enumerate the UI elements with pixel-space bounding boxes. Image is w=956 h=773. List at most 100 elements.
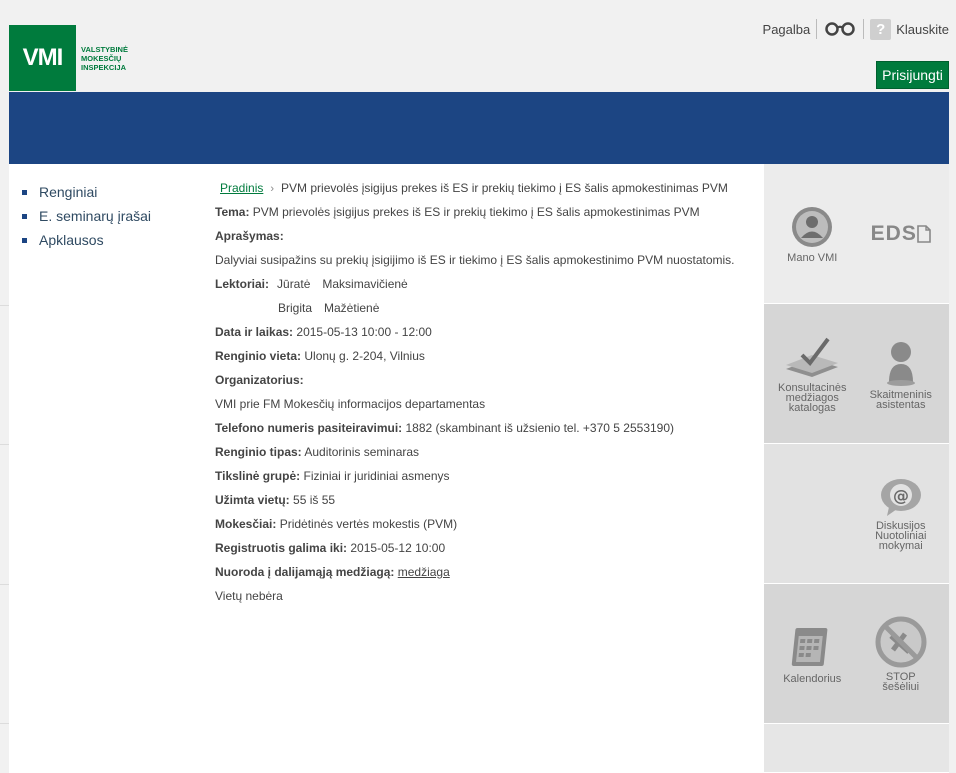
organizer-value: VMI prie FM Mokesčių informacijos depart… [215,397,486,411]
phone-row: Telefono numeris pasiteiravimui: 1882 (s… [215,416,755,440]
tile-row-1: Mano VMI EDS [764,164,949,304]
logo-text: VALSTYBINĖ MOKESČIŲ INSPEKCIJA [81,45,128,72]
datetime-value: 2015-05-13 10:00 - 12:00 [296,325,432,339]
sidebar-item-apklausos[interactable]: Apklausos [22,228,151,252]
logo-line-1: VALSTYBINĖ [81,44,128,54]
stop-icon [875,616,927,667]
question-icon[interactable]: ? [870,18,892,40]
eds-tile[interactable]: EDS [858,222,944,246]
top-links: Pagalba ? Klauskite [763,18,949,40]
materials-link[interactable]: medžiaga [398,565,450,579]
label-line: asistentas [875,398,926,411]
seats-label: Užimta vietų: [215,493,290,507]
label-line: katalogas [788,401,836,414]
eds-logo: EDS [871,222,931,246]
login-button[interactable]: Prisijungti [876,61,949,89]
mano-vmi-tile[interactable]: Mano VMI [769,205,855,263]
label-line: Konsultacinės [778,381,847,394]
svg-text:@: @ [893,486,909,505]
deadline-row: Registruotis galima iki: 2015-05-12 10:0… [215,536,755,560]
sidebar-item-renginiai[interactable]: Renginiai [22,180,151,204]
ask-link[interactable]: Klauskite [896,22,949,37]
topic-value: PVM prievolės įsigijus prekes iš ES ir p… [252,205,700,219]
calendar-label: Kalendorius [783,672,842,685]
tile-row-5 [764,724,949,773]
breadcrumb: Pradinis › PVM prievolės įsigijus prekes i… [215,176,755,200]
vmi-logo[interactable]: VMI VALSTYBINĖ MOKESČIŲ INSPEKCIJA [9,25,128,91]
document-icon [917,224,931,243]
phone-label: Telefono numeris pasiteiravimui: [215,421,403,435]
bullet-icon [22,237,27,243]
venue-label: Renginio vieta: [215,349,302,363]
datetime-row: Data ir laikas: 2015-05-13 10:00 - 12:00 [215,320,755,344]
topic-row: Tema: PVM prievolės įsigijus prekes iš E… [215,200,755,224]
calendar-icon [792,627,828,666]
audience-value: Fiziniai ir juridiniai asmenys [303,469,450,483]
venue-value: Ulonų g. 2-204, Vilnius [304,349,425,363]
lecturer-last-name: Maksimavičienė [322,277,408,291]
glasses-icon[interactable] [823,18,857,40]
consult-catalog-label: Konsultacinės medžiagos katalogas [778,381,847,414]
lecturers-row-2: Brigita Mažėtienė [215,296,755,320]
breadcrumb-home[interactable]: Pradinis [220,181,263,195]
quick-links-panel: Mano VMI EDS Konsultacinės medžiagos kat… [764,164,949,773]
venue-row: Renginio vieta: Ulonų g. 2-204, Vilnius [215,344,755,368]
assistant-icon [886,341,915,386]
discussions-label: Diskusijos Nuotoliniai mokymai [875,519,927,551]
organizer-label-row: Organizatorius: [215,368,755,392]
deadline-value: 2015-05-12 10:00 [350,541,446,555]
lecturers-row: Lektoriai: Jūratė Maksimavičienė [215,272,755,296]
consult-catalog-tile[interactable]: Konsultacinės medžiagos katalogas [769,335,855,413]
availability-status: Vietų nebėra [215,589,283,603]
audience-row: Tikslinė grupė: Fiziniai ir juridiniai a… [215,464,755,488]
seats-value: 55 iš 55 [293,493,336,507]
logo-mark: VMI [9,25,76,91]
breadcrumb-current: PVM prievolės įsigijus prekes iš ES ir p… [281,181,728,195]
bullet-icon [22,189,27,195]
lecturer-last-name: Mažėtienė [324,301,380,315]
tile-row-4: Kalendorius STOP šešėliui [764,584,949,724]
taxes-row: Mokesčiai: Pridėtinės vertės mokestis (P… [215,512,755,536]
materials-row: Nuoroda į dalijamąją medžiagą: medžiaga [215,560,755,584]
divider [816,19,818,39]
seats-row: Užimta vietų: 55 iš 55 [215,488,755,512]
audience-label: Tikslinė grupė: [215,469,301,483]
digital-assistant-tile[interactable]: Skaitmeninis asistentas [858,338,944,410]
sidebar-nav: Renginiai E. seminarų įrašai Apklausos [22,180,151,252]
help-link[interactable]: Pagalba [763,22,811,37]
lecturer-first-name: Brigita [278,301,313,315]
header-banner [9,92,949,164]
divider [863,19,865,39]
organizer-label: Organizatorius: [215,373,304,387]
tile-row-2: Konsultacinės medžiagos katalogas Skaitm… [764,304,949,444]
type-value: Auditorinis seminaras [304,445,420,459]
datetime-label: Data ir laikas: [215,325,294,339]
tile-row-3: @ Diskusijos Nuotoliniai mokymai [764,444,949,584]
topic-label: Tema: [215,205,250,219]
deadline-label: Registruotis galima iki: [215,541,348,555]
label-line: Diskusijos [875,519,926,532]
stop-shadow-tile[interactable]: STOP šešėliui [858,616,944,692]
sidebar-item-label: Apklausos [39,232,104,248]
discussions-tile[interactable]: @ Diskusijos Nuotoliniai mokymai [858,477,944,551]
book-check-icon [786,337,839,377]
label-line: STOP [885,670,916,683]
sidebar-item-label: E. seminarų įrašai [39,208,152,224]
main-content-area: Renginiai E. seminarų įrašai Apklausos P… [9,164,764,773]
type-label: Renginio tipas: [215,445,302,459]
bullet-icon [22,213,27,219]
sidebar-item-label: Renginiai [39,184,98,200]
calendar-tile[interactable]: Kalendorius [769,624,855,684]
lecturer-first-name: Jūratė [277,277,311,291]
label-line: medžiagos [785,391,839,404]
event-details: Pradinis › PVM prievolės įsigijus prekes i… [215,176,755,608]
label-line: šešėliui [882,680,920,693]
mano-vmi-label: Mano VMI [787,251,838,264]
label-line: Nuotoliniai [875,529,927,542]
logo-line-3: INSPEKCIJA [81,62,127,72]
sidebar-item-e-seminarai[interactable]: E. seminarų įrašai [22,204,151,228]
taxes-label: Mokesčiai: [215,517,277,531]
stop-shadow-label: STOP šešėliui [882,670,920,693]
eds-label: EDS [870,221,917,245]
breadcrumb-separator: › [270,183,275,195]
